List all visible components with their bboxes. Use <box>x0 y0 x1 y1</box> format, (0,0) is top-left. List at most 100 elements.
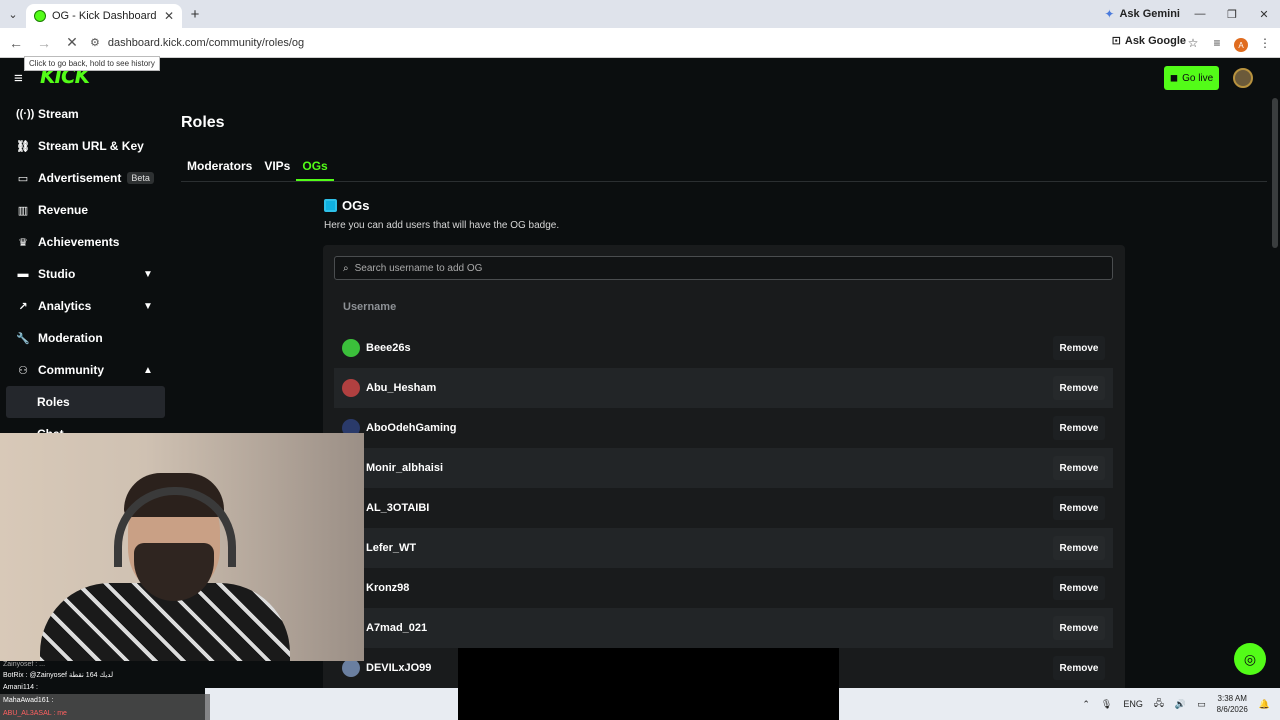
sidebar-item-achievements[interactable]: ♛ Achievements <box>0 226 170 258</box>
sidebar-item-revenue[interactable]: ▥ Revenue <box>0 194 170 226</box>
community-icon: ⚇ <box>18 364 28 377</box>
tab-search-icon[interactable]: ⌄ <box>0 0 26 28</box>
stop-loading-icon[interactable]: ✕ <box>60 31 84 55</box>
username: DEVILxJO99 <box>366 662 432 674</box>
language-indicator[interactable]: ENG <box>1123 699 1143 709</box>
username: Abu_Hesham <box>366 382 437 394</box>
ask-google-button[interactable]: ⊡ Ask Google <box>1112 34 1186 48</box>
network-icon[interactable]: 🖧 <box>1154 696 1164 712</box>
notifications-bell-icon[interactable]: 🔔 <box>1259 699 1270 710</box>
minimize-icon[interactable]: — <box>1184 0 1216 28</box>
sidebar-item-label: Revenue <box>38 203 89 217</box>
sidebar-item-moderation[interactable]: 🔧 Moderation <box>0 322 170 354</box>
remove-button[interactable]: Remove <box>1053 376 1105 400</box>
sidebar-item-label: Moderation <box>38 331 103 345</box>
table-row: Kronz98 Remove <box>334 568 1113 608</box>
page-scrollbar[interactable] <box>1272 98 1278 248</box>
tab-vips[interactable]: VIPs <box>258 156 296 181</box>
remove-button[interactable]: Remove <box>1053 456 1105 480</box>
chevron-up-icon: ▲ <box>143 364 153 376</box>
og-section-title: OGs <box>342 198 370 213</box>
beta-badge: Beta <box>127 172 154 184</box>
new-tab-button[interactable]: + <box>182 6 208 23</box>
sidebar-item-roles[interactable]: Roles <box>6 386 165 418</box>
username: A7mad_021 <box>366 622 428 634</box>
chat-line: Amani114 : <box>3 684 38 691</box>
go-live-icon: ◼ <box>1169 72 1179 84</box>
tab-moderators[interactable]: Moderators <box>181 156 258 181</box>
close-tab-icon[interactable]: ✕ <box>164 9 174 23</box>
remove-button[interactable]: Remove <box>1053 496 1105 520</box>
toolbar-icons: ☆ ≡ A ⋮ <box>1186 32 1272 54</box>
support-chat-icon[interactable]: ◎ <box>1234 643 1266 675</box>
tab-title: OG - Kick Dashboard <box>52 10 157 22</box>
ad-icon: ▭ <box>17 172 29 185</box>
studio-icon: ▬ <box>17 268 29 280</box>
wrench-icon: 🔧 <box>16 332 30 345</box>
revenue-icon: ▥ <box>17 204 29 217</box>
sidebar-item-label: Achievements <box>38 235 120 249</box>
volume-icon[interactable]: 🔊 <box>1175 699 1186 710</box>
browser-menu-icon[interactable]: ⋮ <box>1258 32 1272 54</box>
ask-gemini-label: Ask Gemini <box>1119 8 1180 20</box>
window-controls: — ❐ ✕ <box>1184 0 1280 28</box>
sidebar-item-analytics[interactable]: ↗ Analytics ▼ <box>0 290 170 322</box>
sidebar-item-stream[interactable]: ((·)) Stream <box>0 98 170 130</box>
avatar <box>342 659 360 677</box>
remove-button[interactable]: Remove <box>1053 416 1105 440</box>
url-text: dashboard.kick.com/community/roles/og <box>107 36 305 49</box>
media-controls-icon[interactable]: ≡ <box>1210 32 1224 54</box>
tab-ogs[interactable]: OGs <box>296 156 334 181</box>
username: AboOdehGaming <box>366 422 457 434</box>
search-input[interactable] <box>354 262 1095 274</box>
microphone-icon[interactable]: 🎙 <box>1101 699 1112 710</box>
roles-tabs: Moderators VIPs OGs <box>181 156 1267 182</box>
ask-google-label: Ask Google <box>1124 34 1186 47</box>
user-avatar[interactable] <box>1233 68 1253 88</box>
system-clock[interactable]: 3:38 AM 8/6/2026 <box>1217 693 1248 715</box>
username: Kronz98 <box>366 582 410 594</box>
avatar <box>342 339 360 357</box>
remove-button[interactable]: Remove <box>1053 656 1105 680</box>
bookmark-star-icon[interactable]: ☆ <box>1186 32 1200 54</box>
go-live-button[interactable]: ◼ Go live <box>1164 66 1219 90</box>
sidebar-item-label: Community <box>38 363 104 377</box>
username: Monir_albhaisi <box>366 462 444 474</box>
hamburger-menu-icon[interactable]: ≡ <box>14 70 23 87</box>
table-row: AboOdehGaming Remove <box>334 408 1113 448</box>
battery-icon[interactable]: ▭ <box>1197 699 1206 710</box>
search-box[interactable]: ⌕ <box>334 256 1113 280</box>
forward-arrow-icon[interactable]: → <box>32 31 56 55</box>
og-user-list: Beee26s Remove Abu_Hesham Remove AboOdeh… <box>334 328 1113 688</box>
address-bar[interactable]: ⚙ dashboard.kick.com/community/roles/og <box>90 31 304 55</box>
table-row: Beee26s Remove <box>334 328 1113 368</box>
table-row: AL_3OTAIBI Remove <box>334 488 1113 528</box>
browser-toolbar: ← → ✕ ⚙ dashboard.kick.com/community/rol… <box>0 28 1280 58</box>
remove-button[interactable]: Remove <box>1053 616 1105 640</box>
sidebar-item-community[interactable]: ⚇ Community ▲ <box>0 354 170 386</box>
browser-tab[interactable]: OG - Kick Dashboard ✕ <box>26 4 182 28</box>
tray-overflow-chevron-icon[interactable]: ⌃ <box>1082 699 1090 710</box>
og-section-header: OGs <box>324 198 369 213</box>
profile-avatar[interactable]: A <box>1234 38 1248 52</box>
avatar <box>342 379 360 397</box>
chevron-down-icon: ▼ <box>143 268 153 280</box>
remove-button[interactable]: Remove <box>1053 576 1105 600</box>
username-column-header: Username <box>343 301 397 313</box>
site-settings-icon[interactable]: ⚙ <box>90 36 100 49</box>
clock-time: 3:38 AM <box>1217 694 1247 703</box>
og-section-description: Here you can add users that will have th… <box>324 220 560 231</box>
sidebar-item-label: Roles <box>37 395 70 409</box>
broadcast-icon: ((·)) <box>16 108 35 120</box>
restore-icon[interactable]: ❐ <box>1216 0 1248 28</box>
sidebar-item-studio[interactable]: ▬ Studio ▼ <box>0 258 170 290</box>
remove-button[interactable]: Remove <box>1053 336 1105 360</box>
back-arrow-icon[interactable]: ← <box>4 31 28 55</box>
close-window-icon[interactable]: ✕ <box>1248 0 1280 28</box>
sidebar-item-advertisement[interactable]: ▭ Advertisement Beta <box>0 162 170 194</box>
ask-gemini-button[interactable]: ✦ Ask Gemini <box>1104 5 1180 23</box>
gemini-sparkle-icon: ✦ <box>1104 7 1115 21</box>
remove-button[interactable]: Remove <box>1053 536 1105 560</box>
back-button-tooltip: Click to go back, hold to see history <box>24 56 160 71</box>
sidebar-item-stream-url-key[interactable]: ⛓ Stream URL & Key <box>0 130 170 162</box>
